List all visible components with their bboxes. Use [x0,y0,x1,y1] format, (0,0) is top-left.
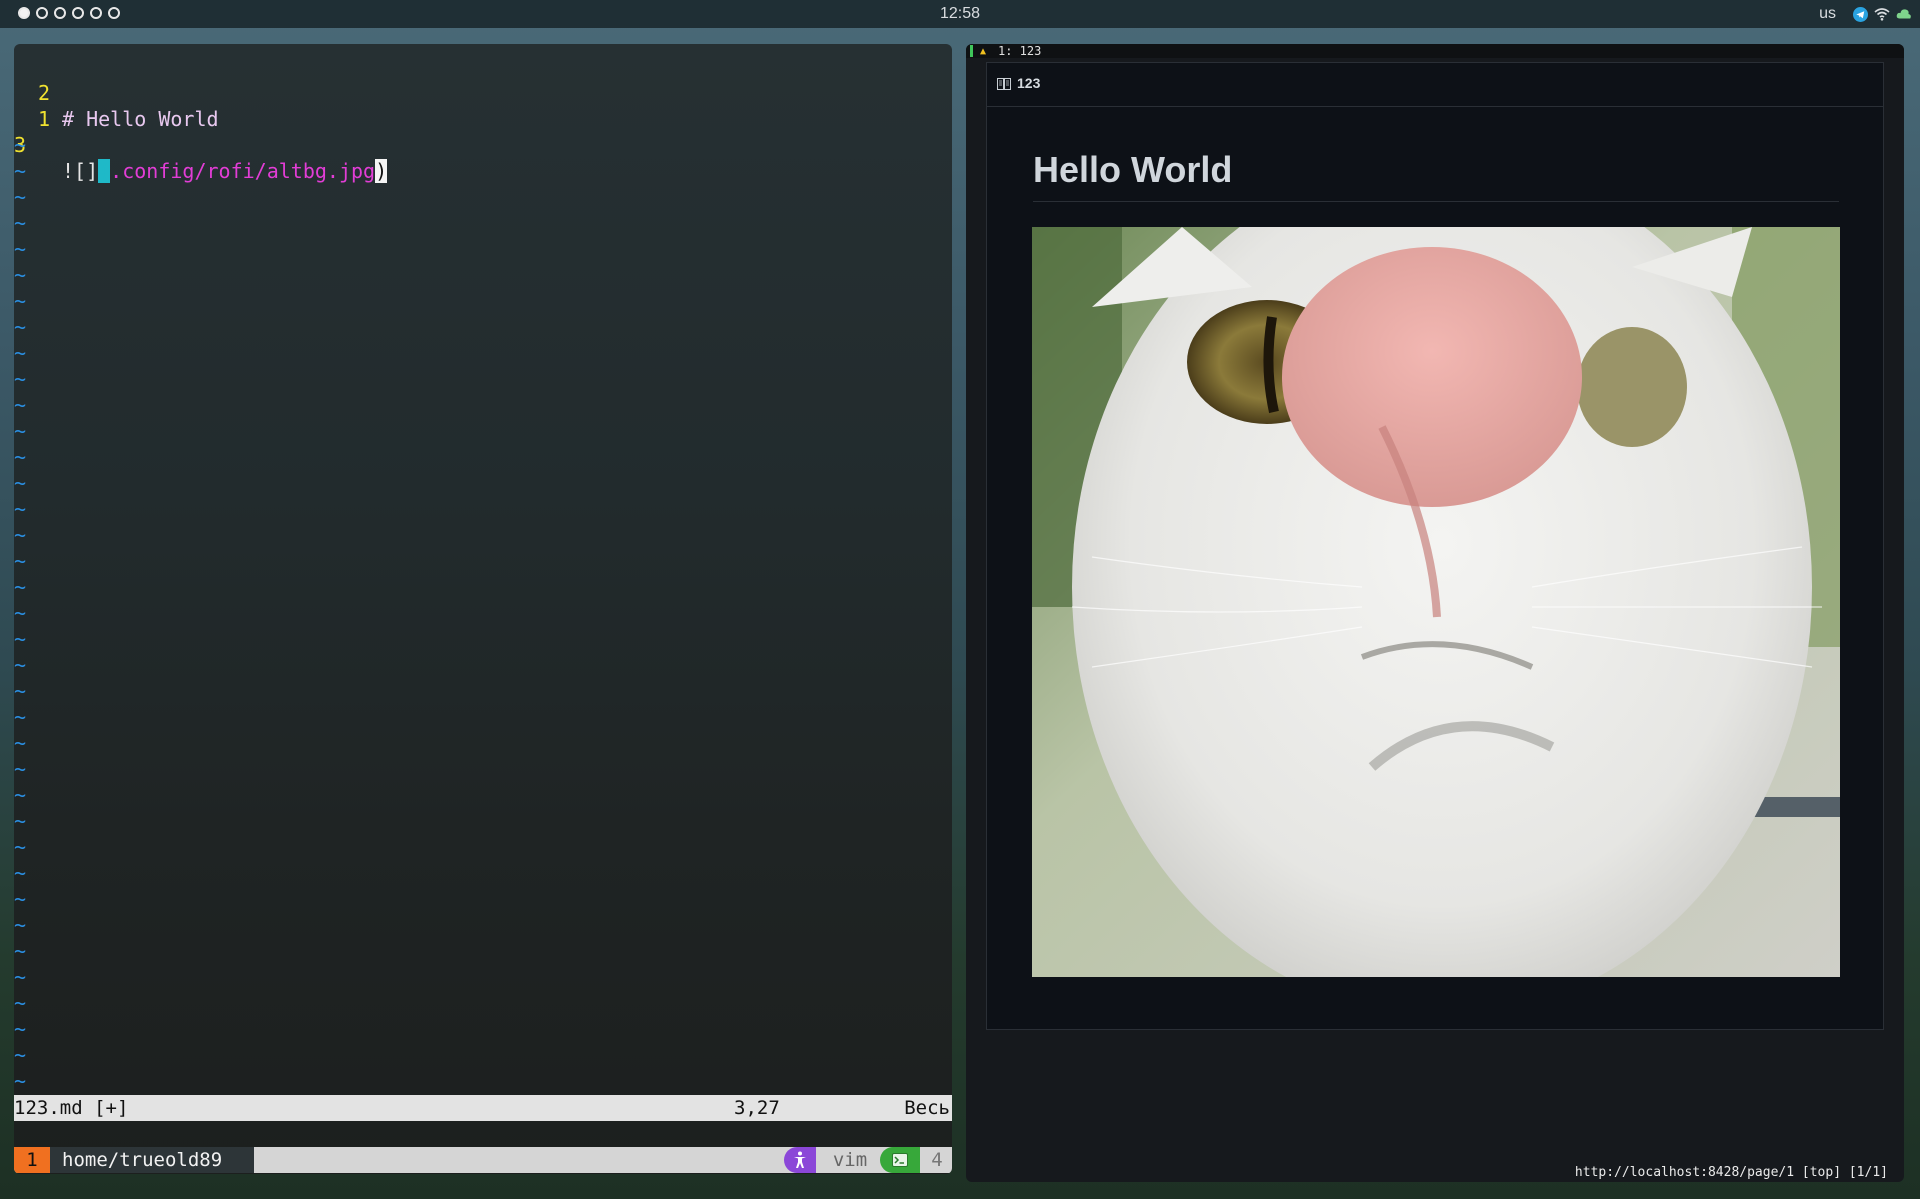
heading-divider [1033,201,1839,202]
tmux-process-name: vim [832,1149,868,1171]
vim-status-line: 123.md [+] 3,27 Весь [14,1095,952,1121]
empty-line-tilde: ~ [14,549,27,573]
tab-label[interactable]: 1: 123 [998,44,1041,58]
empty-line-tilde: ~ [14,211,27,235]
markdown-image-line: ![](.config/rofi/altbg.jpg) [62,158,388,184]
empty-line-tilde: ~ [14,289,27,313]
preview-header: 123 [987,63,1883,107]
preview-file-label: 123 [1017,75,1041,91]
tab-active-indicator [970,45,973,57]
empty-line-tilde: ~ [14,939,27,963]
cloud-icon[interactable] [1896,6,1912,22]
browser-status-url: http://localhost:8428/page/1 [top] [1/1] [1574,1165,1888,1180]
empty-line-tilde: ~ [14,913,27,937]
empty-line-tilde: ~ [14,237,27,261]
empty-line-tilde: ~ [14,627,27,651]
text-cursor: ) [375,159,388,183]
terminal-icon [880,1147,920,1173]
empty-line-tilde: ~ [14,367,27,391]
tmux-status-bar: 1 home/trueold89 vim 4 [14,1147,952,1173]
empty-line-tilde: ~ [14,315,27,339]
image-path: .config/rofi/altbg.jpg [110,159,376,183]
empty-line-tilde: ~ [14,393,27,417]
browser-tab-bar: ▲ 1: 123 [966,44,1904,58]
empty-line-tilde: ~ [14,731,27,755]
empty-line-tilde: ~ [14,965,27,989]
empty-line-tilde: ~ [14,159,27,183]
empty-line-tilde: ~ [14,653,27,677]
empty-line-tilde: ~ [14,419,27,443]
system-tray [1852,6,1912,22]
empty-line-tilde: ~ [14,185,27,209]
empty-line-tilde: ~ [14,471,27,495]
top-panel: 12:58 us [0,0,1920,28]
empty-line-tilde: ~ [14,809,27,833]
empty-line-tilde: ~ [14,445,27,469]
tmux-current-path: home/trueold89 [50,1147,254,1173]
markdown-preview-page: 123 Hello World [986,62,1884,1030]
clock: 12:58 [939,5,981,22]
empty-line-tilde: ~ [14,263,27,287]
browser-window[interactable]: ▲ 1: 123 123 Hello World http://localhos… [966,44,1904,1182]
empty-line-tilde: ~ [14,991,27,1015]
tmux-pane-count: 4 [931,1149,943,1171]
image-bang-brackets: ![] [62,159,99,183]
status-filename: 123.md [+] [14,1097,129,1119]
tmux-window-number[interactable]: 1 [14,1147,50,1173]
status-scroll-position: Весь [904,1097,950,1119]
empty-line-tilde: ~ [14,757,27,781]
editor-line-2[interactable]: 1 [14,80,952,131]
empty-line-tilde: ~ [14,523,27,547]
empty-line-tilde: ~ [14,1043,27,1067]
cat-photo-image [1032,227,1840,977]
empty-line-tilde: ~ [14,783,27,807]
wifi-icon[interactable] [1874,6,1890,22]
keyboard-layout-indicator[interactable]: us [1819,5,1836,23]
telegram-icon[interactable] [1852,6,1868,22]
empty-line-tilde: ~ [14,679,27,703]
empty-line-tilde: ~ [14,497,27,521]
empty-line-tilde: ~ [14,601,27,625]
empty-line-tilde: ~ [14,341,27,365]
empty-line-tilde: ~ [14,133,27,157]
status-cursor-position: 3,27 [734,1097,780,1119]
terminal-window[interactable]: 2 # Hello World 1 3 ![](.config/rofi/alt… [14,44,952,1174]
empty-line-tilde: ~ [14,861,27,885]
empty-line-tilde: ~ [14,575,27,599]
editor-line-1[interactable]: 2 # Hello World [14,54,952,131]
empty-line-tilde: ~ [14,835,27,859]
book-icon [997,77,1011,90]
tab-favicon-icon: ▲ [980,46,987,57]
editor-line-3[interactable]: 3 ![](.config/rofi/altbg.jpg) [14,106,952,183]
empty-line-tilde: ~ [14,705,27,729]
accessibility-icon [784,1147,816,1173]
empty-line-tilde: ~ [14,1017,27,1041]
empty-line-tilde: ~ [14,887,27,911]
page-heading: Hello World [1033,149,1233,190]
empty-line-tilde: ~ [14,1069,27,1093]
open-paren-highlight: ( [98,159,111,183]
